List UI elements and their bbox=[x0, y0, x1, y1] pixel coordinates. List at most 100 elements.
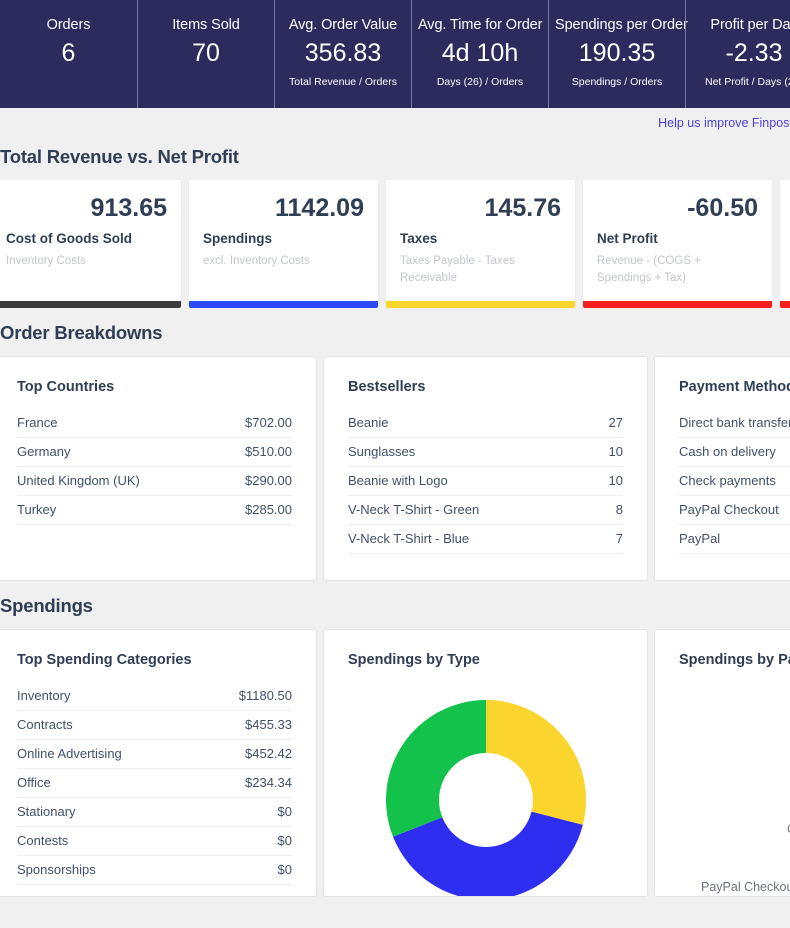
kpi-title: Avg. Time for Order bbox=[418, 16, 542, 34]
list-item[interactable]: Contests $0 bbox=[17, 827, 292, 856]
kpi-cell-avg-time-for-order[interactable]: Avg. Time for Order 4d 10h Days (26) / O… bbox=[411, 0, 548, 108]
stat-label: Spendings bbox=[203, 230, 364, 247]
list-item-label: Beanie with Logo bbox=[348, 473, 448, 488]
list-item[interactable]: V-Neck T-Shirt - Blue 7 bbox=[348, 525, 623, 554]
stat-formula: Revenue - (COGS + Spendings + Tax) bbox=[597, 253, 758, 287]
stat-accent-bar bbox=[0, 301, 181, 308]
kpi-value: 4d 10h bbox=[418, 36, 542, 70]
card-title: Top Spending Categories bbox=[17, 652, 292, 668]
kpi-sub: Net Profit / Days (26) bbox=[692, 75, 790, 89]
list-item[interactable]: PayPal Checkout bbox=[679, 496, 790, 525]
stat-card-taxes[interactable]: 145.76 Taxes Taxes Payable - Taxes Recei… bbox=[386, 180, 575, 308]
list-item-label: Sunglasses bbox=[348, 444, 415, 459]
stat-value: -60.50 bbox=[597, 192, 758, 224]
revenue-stat-row: 913.65 Cost of Goods Sold Inventory Cost… bbox=[0, 180, 790, 308]
card-top-spending-categories: Top Spending Categories Inventory $1180.… bbox=[0, 629, 317, 897]
kpi-value: -2.33 bbox=[692, 36, 790, 70]
list-item[interactable]: Sponsorships $0 bbox=[17, 856, 292, 885]
list-item-label: V-Neck T-Shirt - Green bbox=[348, 502, 479, 517]
spendings-row: Top Spending Categories Inventory $1180.… bbox=[0, 629, 790, 897]
list-item-value: $285.00 bbox=[245, 502, 292, 517]
kpi-value: 356.83 bbox=[281, 36, 405, 70]
stat-card-spendings[interactable]: 1142.09 Spendings excl. Inventory Costs bbox=[189, 180, 378, 308]
list-item-value: $1180.50 bbox=[239, 688, 292, 703]
list-item-label: Online Advertising bbox=[17, 746, 122, 761]
card-title: Spendings by Type bbox=[348, 652, 623, 668]
kpi-title: Spendings per Order bbox=[555, 16, 679, 34]
kpi-title: Profit per Day bbox=[692, 16, 790, 34]
list-item-label: Office bbox=[17, 775, 51, 790]
stat-formula: excl. Inventory Costs bbox=[203, 253, 364, 270]
list-item-label: Sponsorships bbox=[17, 862, 96, 877]
list-item-value: 10 bbox=[609, 473, 623, 488]
list-item[interactable]: Sunglasses 10 bbox=[348, 438, 623, 467]
kpi-title: Orders bbox=[6, 16, 131, 34]
stat-value: 145.76 bbox=[400, 192, 561, 224]
list-item-value: 27 bbox=[609, 415, 623, 430]
stat-label: Cost of Goods Sold bbox=[6, 230, 167, 247]
kpi-title: Items Sold bbox=[144, 16, 268, 34]
stat-accent-bar bbox=[386, 301, 575, 308]
list-item[interactable]: United Kingdom (UK) $290.00 bbox=[17, 467, 292, 496]
list-item-value: 7 bbox=[616, 531, 623, 546]
list-item-label: Contests bbox=[17, 833, 68, 848]
list-item-value: $0 bbox=[278, 862, 292, 877]
kpi-title: Avg. Order Value bbox=[281, 16, 405, 34]
list-item[interactable]: Cash on delivery bbox=[679, 438, 790, 467]
list-item[interactable]: PayPal bbox=[679, 525, 790, 554]
list-item[interactable]: Check payments bbox=[679, 467, 790, 496]
kpi-cell-profit-per-day[interactable]: Profit per Day -2.33 Net Profit / Days (… bbox=[685, 0, 790, 108]
list-item-label: Germany bbox=[17, 444, 70, 459]
list-item-label: V-Neck T-Shirt - Blue bbox=[348, 531, 469, 546]
kpi-cell-avg-order-value[interactable]: Avg. Order Value 356.83 Total Revenue / … bbox=[274, 0, 411, 108]
list-item-value: 10 bbox=[609, 444, 623, 459]
stat-card-partial[interactable] bbox=[780, 180, 790, 308]
list-item[interactable]: Direct bank transfer bbox=[679, 409, 790, 438]
spendings-by-type-donut-chart[interactable] bbox=[386, 700, 586, 897]
list-item-label: Turkey bbox=[17, 502, 56, 517]
dashboard-page: Orders 6 Items Sold 70 Avg. Order Value … bbox=[0, 0, 790, 928]
list-item[interactable]: Contracts $455.33 bbox=[17, 711, 292, 740]
stat-value: 1142.09 bbox=[203, 192, 364, 224]
kpi-cell-items-sold[interactable]: Items Sold 70 bbox=[137, 0, 274, 108]
list-item-label: Direct bank transfer bbox=[679, 415, 790, 430]
list-item[interactable]: Beanie 27 bbox=[348, 409, 623, 438]
list-item-label: PayPal Checkout bbox=[679, 502, 779, 517]
list-item-label: Stationary bbox=[17, 804, 76, 819]
donut-chart-wrap bbox=[348, 686, 623, 886]
card-title: Spendings by Payment Method bbox=[679, 652, 790, 668]
section-title-order-breakdowns: Order Breakdowns bbox=[0, 308, 790, 356]
kpi-bar: Orders 6 Items Sold 70 Avg. Order Value … bbox=[0, 0, 790, 108]
kpi-cell-spendings-per-order[interactable]: Spendings per Order 190.35 Spendings / O… bbox=[548, 0, 685, 108]
list-item[interactable]: France $702.00 bbox=[17, 409, 292, 438]
list-item-value: $234.34 bbox=[245, 775, 292, 790]
kpi-cell-orders[interactable]: Orders 6 bbox=[0, 0, 137, 108]
stat-card-net-profit[interactable]: -60.50 Net Profit Revenue - (COGS + Spen… bbox=[583, 180, 772, 308]
list-item[interactable]: Beanie with Logo 10 bbox=[348, 467, 623, 496]
stat-card-cogs[interactable]: 913.65 Cost of Goods Sold Inventory Cost… bbox=[0, 180, 181, 308]
list-item[interactable]: V-Neck T-Shirt - Green 8 bbox=[348, 496, 623, 525]
list-item[interactable]: Online Advertising $452.42 bbox=[17, 740, 292, 769]
list-item-value: $0 bbox=[278, 833, 292, 848]
order-breakdowns-row: Top Countries France $702.00 Germany $51… bbox=[0, 356, 790, 581]
spendings-by-payment-chart[interactable]: Cash on delivery PayPal Checkout bbox=[679, 682, 790, 892]
kpi-value: 70 bbox=[144, 36, 268, 70]
list-item[interactable]: Germany $510.00 bbox=[17, 438, 292, 467]
list-item-label: Contracts bbox=[17, 717, 73, 732]
section-title-spendings: Spendings bbox=[0, 581, 790, 629]
list-item[interactable]: Inventory $1180.50 bbox=[17, 682, 292, 711]
list-item-value: $452.42 bbox=[245, 746, 292, 761]
list-item-value: $290.00 bbox=[245, 473, 292, 488]
card-title: Top Countries bbox=[17, 379, 292, 395]
card-title: Bestsellers bbox=[348, 379, 623, 395]
help-improve-link[interactable]: Help us improve Finposter bbox=[658, 116, 790, 130]
list-item[interactable]: Turkey $285.00 bbox=[17, 496, 292, 525]
list-item-label: PayPal bbox=[679, 531, 720, 546]
list-item-label: Cash on delivery bbox=[679, 444, 776, 459]
section-title-revenue: Total Revenue vs. Net Profit bbox=[0, 138, 790, 180]
list-item-label: United Kingdom (UK) bbox=[17, 473, 140, 488]
list-item[interactable]: Stationary $0 bbox=[17, 798, 292, 827]
stat-accent-bar bbox=[583, 301, 772, 308]
card-top-countries: Top Countries France $702.00 Germany $51… bbox=[0, 356, 317, 581]
list-item[interactable]: Office $234.34 bbox=[17, 769, 292, 798]
